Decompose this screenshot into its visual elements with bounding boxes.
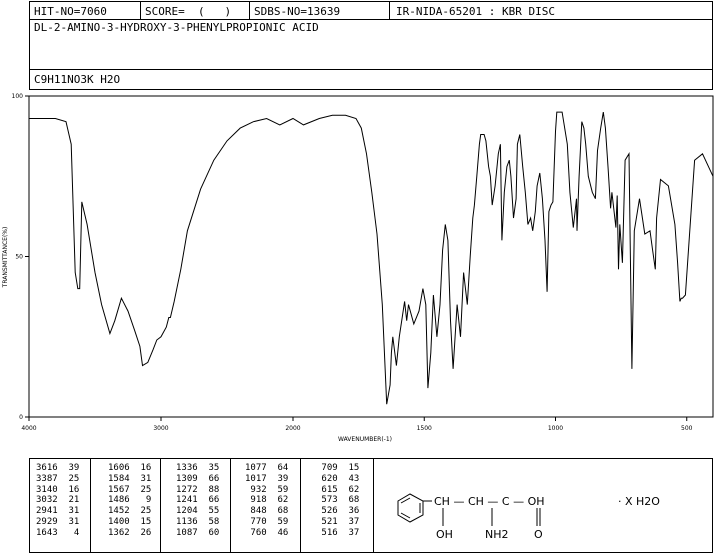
x-tick-label: 4000 [21, 425, 36, 432]
x-tick-label: 1500 [417, 425, 432, 432]
peak-entry: 1017 39 [245, 473, 289, 484]
carbonyl-o-label: O [534, 528, 543, 541]
x-tick-label: 2000 [285, 425, 300, 432]
y-tick-label: 100 [12, 93, 24, 100]
peak-entry: 3140 16 [36, 484, 80, 495]
y-axis-label: TRANSMITTANCE(%) [2, 227, 9, 289]
peak-entry: 3032 21 [36, 495, 80, 506]
peak-entry: 573 68 [316, 495, 360, 506]
peak-entry: 932 59 [245, 484, 289, 495]
peak-entry: 3616 39 [36, 463, 80, 473]
peak-entry: 709 15 [316, 463, 360, 473]
peak-col-divider-4 [300, 459, 301, 552]
peak-entry: 2929 31 [36, 516, 80, 527]
peak-column-5: 709 15 620 43 615 62 573 68 526 36 521 3… [316, 463, 359, 539]
peak-entry: 1643 4 [36, 527, 80, 538]
peak-col-divider-3 [230, 459, 231, 552]
peak-entry: 1400 15 [108, 516, 152, 527]
peak-entry: 770 59 [245, 516, 289, 527]
peak-column-1: 3616 39 3387 25 3140 16 3032 21 2941 31 2929 … [36, 463, 79, 539]
peak-entry: 1077 64 [245, 463, 289, 473]
peak-entry: 1136 58 [176, 516, 220, 527]
peak-entry: 1204 55 [176, 506, 220, 517]
peak-entry: 1362 26 [108, 527, 152, 538]
plot-frame [28, 95, 714, 418]
peak-entry: 1486 9 [108, 495, 152, 506]
peak-entry: 918 62 [245, 495, 289, 506]
peak-col-divider-5 [373, 459, 374, 552]
peak-entry: 3387 25 [36, 473, 80, 484]
peak-col-divider-1 [90, 459, 91, 552]
structure-diagram: CH — CH — C — OH OH NH2 O · X H2O [397, 493, 660, 541]
peak-entry: 521 37 [316, 516, 360, 527]
y-tick-label: 50 [15, 254, 23, 261]
peak-column-2: 1606 16 1584 31 1567 25 1486 9 1452 25 1400 1… [108, 463, 151, 539]
peak-entry: 1606 16 [108, 463, 152, 473]
peak-entry: 848 68 [245, 506, 289, 517]
hydrate-label: · X H2O [618, 495, 660, 508]
peak-entry: 1567 25 [108, 484, 152, 495]
ir-spectrum-chart: 4000 3000 2000 1500 1000 500 0 50 100 WAVENUMBE… [2, 93, 714, 443]
x-tick-label: 3000 [153, 425, 168, 432]
peak-entry: 1087 60 [176, 527, 220, 538]
peak-col-divider-2 [160, 459, 161, 552]
main-chain: CH — CH — C — OH [434, 495, 545, 508]
spectrum-line [29, 111, 714, 405]
peak-entry: 615 62 [316, 484, 360, 495]
peak-entry: 2941 31 [36, 506, 80, 517]
peak-entry: 1309 66 [176, 473, 220, 484]
hydroxyl-label: OH [436, 528, 453, 541]
x-tick-label: 500 [681, 425, 693, 432]
benzene-ring [397, 493, 424, 523]
peak-entry: 1272 88 [176, 484, 220, 495]
peak-entry: 760 46 [245, 527, 289, 538]
x-axis-label: WAVENUMBER(-1) [338, 436, 392, 443]
peak-column-3: 1336 35 1309 66 1272 88 1241 66 1204 55 1136 … [176, 463, 219, 539]
peak-entry: 620 43 [316, 473, 360, 484]
x-tick-label: 1000 [548, 425, 563, 432]
peak-entry: 1584 31 [108, 473, 152, 484]
peak-column-4: 1077 64 1017 39 932 59 918 62 848 68 770 … [245, 463, 288, 539]
peak-entry: 1452 25 [108, 506, 152, 517]
y-tick-label: 0 [19, 414, 23, 421]
amine-label: NH2 [485, 528, 509, 541]
peak-entry: 1241 66 [176, 495, 220, 506]
peak-entry: 526 36 [316, 506, 360, 517]
peak-entry: 1336 35 [176, 463, 220, 473]
peak-entry: 516 37 [316, 527, 360, 538]
